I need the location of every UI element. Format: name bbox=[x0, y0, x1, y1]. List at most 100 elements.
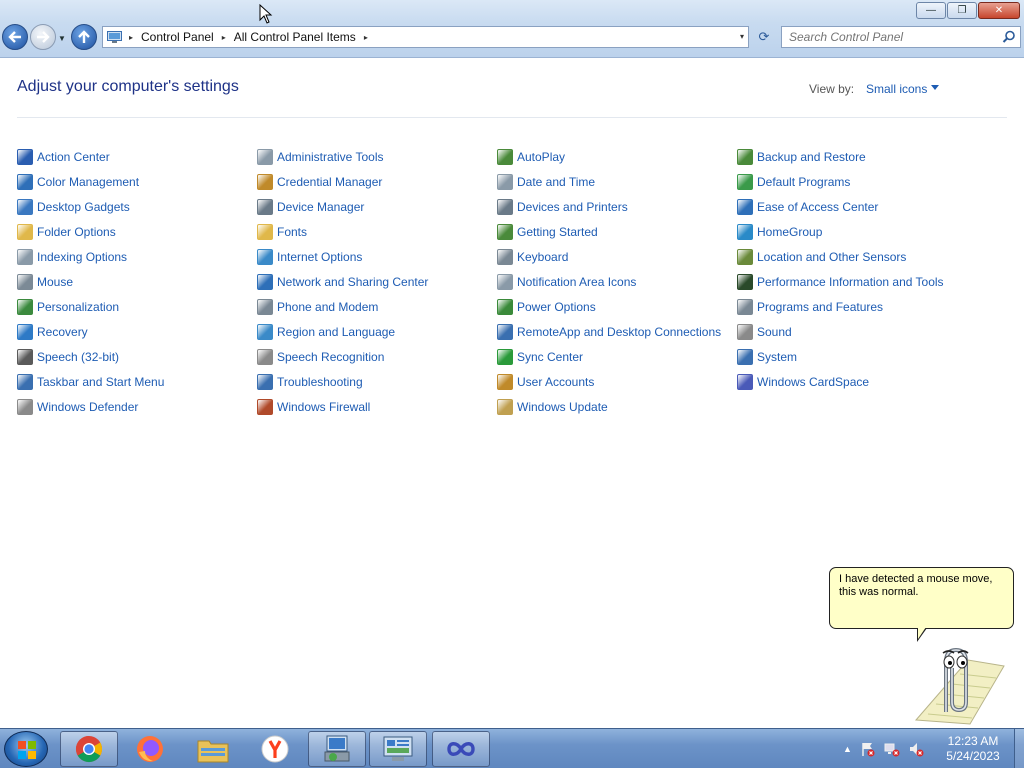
control-panel-item[interactable]: Notification Area Icons bbox=[497, 269, 737, 294]
control-panel-item[interactable]: Date and Time bbox=[497, 169, 737, 194]
control-panel-item-label: RemoteApp and Desktop Connections bbox=[517, 324, 722, 339]
control-panel-item[interactable]: Color Management bbox=[17, 169, 257, 194]
taskbar-firefox-button[interactable] bbox=[121, 731, 179, 767]
control-panel-item[interactable]: Windows Update bbox=[497, 394, 737, 419]
minimize-button[interactable]: — bbox=[916, 2, 946, 19]
control-panel-item[interactable]: Windows Firewall bbox=[257, 394, 497, 419]
control-panel-item[interactable]: Devices and Printers bbox=[497, 194, 737, 219]
refresh-button[interactable]: ⟳ bbox=[752, 26, 776, 48]
control-panel-item[interactable]: HomeGroup bbox=[737, 219, 977, 244]
control-panel-item[interactable]: Desktop Gadgets bbox=[17, 194, 257, 219]
control-panel-item[interactable]: Device Manager bbox=[257, 194, 497, 219]
breadcrumb-all-items[interactable]: All Control Panel Items bbox=[232, 30, 358, 44]
control-panel-item-label: Phone and Modem bbox=[277, 299, 379, 314]
control-panel-item[interactable]: Administrative Tools bbox=[257, 144, 497, 169]
control-panel-item[interactable]: AutoPlay bbox=[497, 144, 737, 169]
control-panel-item[interactable]: Mouse bbox=[17, 269, 257, 294]
control-panel-icon bbox=[105, 29, 123, 45]
device-manager-icon bbox=[257, 198, 273, 215]
back-button[interactable] bbox=[2, 24, 28, 50]
control-panel-item[interactable]: Location and Other Sensors bbox=[737, 244, 977, 269]
view-by-dropdown[interactable]: Small icons bbox=[866, 82, 927, 96]
control-panel-item-label: Troubleshooting bbox=[277, 374, 363, 389]
control-panel-item[interactable]: Region and Language bbox=[257, 319, 497, 344]
search-input[interactable] bbox=[782, 27, 992, 47]
control-panel-item[interactable]: Network and Sharing Center bbox=[257, 269, 497, 294]
control-panel-item[interactable]: Getting Started bbox=[497, 219, 737, 244]
control-panel-item[interactable]: System bbox=[737, 344, 977, 369]
show-hidden-icons-button[interactable]: ▲ bbox=[843, 744, 852, 754]
control-panel-item[interactable]: Windows Defender bbox=[17, 394, 257, 419]
control-panel-item-label: Fonts bbox=[277, 224, 308, 239]
personalization-icon bbox=[17, 298, 33, 315]
remoteapp-icon bbox=[497, 323, 513, 340]
mouse-icon bbox=[17, 273, 33, 290]
clock-time: 12:23 AM bbox=[947, 734, 999, 748]
control-panel-item[interactable]: Speech (32-bit) bbox=[17, 344, 257, 369]
view-by-arrow-icon[interactable] bbox=[931, 85, 939, 90]
control-panel-item-label: Device Manager bbox=[277, 199, 365, 214]
maximize-button[interactable]: ❐ bbox=[947, 2, 977, 19]
control-panel-item[interactable]: Recovery bbox=[17, 319, 257, 344]
start-button[interactable] bbox=[4, 731, 48, 767]
control-panel-item-label: Taskbar and Start Menu bbox=[37, 374, 165, 389]
control-panel-item[interactable]: Ease of Access Center bbox=[737, 194, 977, 219]
control-panel-item[interactable]: Taskbar and Start Menu bbox=[17, 369, 257, 394]
control-panel-item[interactable]: Action Center bbox=[17, 144, 257, 169]
up-button[interactable] bbox=[71, 24, 97, 50]
control-panel-item[interactable]: Backup and Restore bbox=[737, 144, 977, 169]
control-panel-item[interactable]: Keyboard bbox=[497, 244, 737, 269]
address-bar[interactable]: ▸ Control Panel ▸ All Control Panel Item… bbox=[102, 26, 749, 48]
system-clock[interactable]: 12:23 AM 5/24/2023 bbox=[935, 734, 1011, 764]
taskbar-infinity-app-button[interactable] bbox=[432, 731, 490, 767]
file-explorer-icon bbox=[197, 740, 229, 763]
volume-muted-icon[interactable] bbox=[908, 741, 924, 757]
action-center-flag-icon[interactable] bbox=[860, 741, 876, 757]
control-panel-item-label: Region and Language bbox=[277, 324, 396, 339]
network-icon[interactable] bbox=[884, 741, 900, 757]
breadcrumb-separator[interactable]: ▸ bbox=[129, 33, 133, 42]
taskbar-explorer-button[interactable] bbox=[184, 731, 242, 767]
control-panel-item-label: Indexing Options bbox=[37, 249, 128, 264]
control-panel-item[interactable]: Power Options bbox=[497, 294, 737, 319]
control-panel-item-label: Ease of Access Center bbox=[757, 199, 879, 214]
control-panel-item[interactable]: Credential Manager bbox=[257, 169, 497, 194]
control-panel-item[interactable]: Troubleshooting bbox=[257, 369, 497, 394]
control-panel-item[interactable]: Phone and Modem bbox=[257, 294, 497, 319]
control-panel-item[interactable]: Windows CardSpace bbox=[737, 369, 977, 394]
taskbar-control-panel-button[interactable] bbox=[369, 731, 427, 767]
forward-button[interactable] bbox=[30, 24, 56, 50]
breadcrumb-control-panel[interactable]: Control Panel bbox=[139, 30, 216, 44]
control-panel-item[interactable]: Folder Options bbox=[17, 219, 257, 244]
windows-update-icon bbox=[497, 398, 513, 415]
show-desktop-button[interactable] bbox=[1014, 729, 1024, 768]
taskbar-chrome-button[interactable] bbox=[60, 731, 118, 767]
control-panel-item-label: Credential Manager bbox=[277, 174, 383, 189]
close-button[interactable]: ✕ bbox=[978, 2, 1020, 19]
control-panel-item[interactable]: Internet Options bbox=[257, 244, 497, 269]
control-panel-item[interactable]: Speech Recognition bbox=[257, 344, 497, 369]
control-panel-icon bbox=[383, 736, 413, 761]
ease-of-access-icon bbox=[737, 198, 753, 215]
control-panel-item[interactable]: Sync Center bbox=[497, 344, 737, 369]
search-icon[interactable] bbox=[1002, 30, 1016, 44]
control-panel-item[interactable]: Performance Information and Tools bbox=[737, 269, 977, 294]
taskbar-setup-button[interactable] bbox=[308, 731, 366, 767]
speaker-icon bbox=[737, 323, 753, 340]
breadcrumb-separator[interactable]: ▸ bbox=[364, 33, 368, 42]
control-panel-item[interactable]: Programs and Features bbox=[737, 294, 977, 319]
paperclip-assistant-icon[interactable] bbox=[908, 642, 1008, 726]
control-panel-item[interactable]: Indexing Options bbox=[17, 244, 257, 269]
control-panel-item[interactable]: Sound bbox=[737, 319, 977, 344]
search-box[interactable] bbox=[781, 26, 1021, 48]
taskbar-yandex-button[interactable] bbox=[246, 731, 304, 767]
control-panel-item[interactable]: Fonts bbox=[257, 219, 497, 244]
breadcrumb-separator[interactable]: ▸ bbox=[222, 33, 226, 42]
control-panel-item[interactable]: User Accounts bbox=[497, 369, 737, 394]
control-panel-item[interactable]: Personalization bbox=[17, 294, 257, 319]
address-dropdown[interactable]: ▾ bbox=[740, 32, 744, 41]
keyboard-icon bbox=[497, 248, 513, 265]
control-panel-item[interactable]: Default Programs bbox=[737, 169, 977, 194]
recent-pages-dropdown[interactable]: ▼ bbox=[58, 34, 66, 43]
control-panel-item[interactable]: RemoteApp and Desktop Connections bbox=[497, 319, 737, 344]
